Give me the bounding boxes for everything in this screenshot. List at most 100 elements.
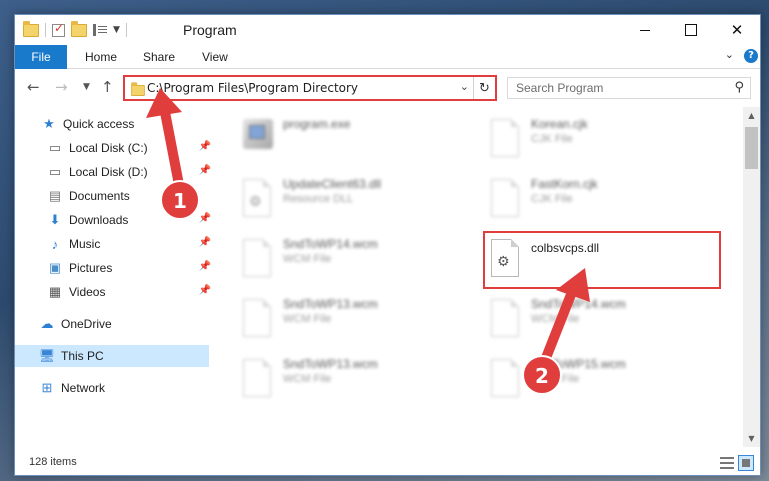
sidebar-item-network[interactable]: ⊞ Network [39,377,211,399]
document-icon [491,299,519,337]
pin-icon[interactable]: 📌 [199,141,211,152]
document-icon [491,119,519,157]
pin-icon[interactable]: 📌 [199,165,211,176]
search-icon[interactable]: ⚲ [734,80,744,95]
divider [45,23,46,37]
document-icon [243,359,271,397]
file-name: program.exe [283,117,351,131]
customize-qat-icon[interactable]: ▼ [113,25,120,35]
file-name: UpdateClient63.dll [283,177,382,191]
sidebar-item-pictures[interactable]: ▣ Pictures 📌 [47,257,211,279]
file-name: SndToWP13.wcm [283,297,378,311]
sidebar-item-label: Documents [69,189,130,203]
divider [125,23,127,37]
sidebar-item-label: Quick access [63,117,135,131]
chevron-down-icon[interactable]: ⌄ [460,80,469,93]
tab-share[interactable]: Share [143,45,175,69]
sidebar-item-label: Network [61,381,106,395]
gear-document-icon: ⚙ [243,179,271,217]
sidebar-item-label: Pictures [69,261,113,275]
quick-access-toolbar: ▼ [23,20,127,39]
pin-icon[interactable]: 📌 [199,285,211,296]
navigation-pane: ★ Quick access ▭ Local Disk (C:) 📌 ▭ Loc… [15,107,215,447]
music-icon: ♪ [51,236,59,252]
file-item[interactable]: SndToWP13.wcm WCM File [225,291,455,341]
pin-icon[interactable]: 📌 [199,213,211,224]
new-folder-icon[interactable] [71,20,87,37]
minimize-button[interactable] [622,15,668,45]
sidebar-item-local-disk-d[interactable]: ▭ Local Disk (D:) 📌 [47,161,211,183]
scroll-down-icon[interactable]: ▼ [743,430,760,447]
drive-icon: ▭ [48,140,62,155]
sidebar-item-quick-access[interactable]: ★ Quick access [41,113,211,135]
tab-file[interactable]: File [15,45,67,69]
document-icon [491,179,519,217]
file-type: CJK File [531,133,573,145]
exe-icon [243,119,273,157]
item-count: 128 items [29,456,77,468]
sidebar-item-label: Local Disk (C:) [69,141,148,155]
file-type: WCM File [283,313,332,325]
pin-icon[interactable]: 📌 [199,261,211,272]
ribbon-tabs: File Home Share View ⌄ ? [15,45,760,69]
search-input[interactable]: Search Program [516,81,603,95]
file-explorer-window: ▼ Program ✕ File Home Share View ⌄ ? ← →… [14,14,761,476]
document-icon [491,359,519,397]
expand-ribbon-icon[interactable]: ⌄ [725,48,734,61]
sidebar-item-videos[interactable]: ▦ Videos 📌 [47,281,211,303]
title-bar: ▼ Program ✕ [15,15,760,45]
file-name: Korean.cjk [531,117,588,131]
file-item[interactable]: program.exe [225,111,455,161]
up-arrow-icon[interactable]: ↑ [101,78,114,96]
document-icon [243,239,271,277]
file-type: WCM File [283,373,332,385]
file-item[interactable]: FastKorn.cjk CJK File [473,171,703,221]
refresh-icon[interactable]: ↻ [473,77,495,99]
file-type: WCM File [531,373,580,385]
tab-home[interactable]: Home [85,45,117,69]
vertical-scrollbar[interactable]: ▲ ▼ [743,107,760,447]
properties-icon[interactable] [93,24,107,36]
sidebar-item-label: OneDrive [61,317,112,331]
file-highlight-box [483,231,721,289]
file-name: SndToWP14.wcm [531,297,626,311]
sidebar-item-documents[interactable]: ▤ Documents [47,185,211,207]
maximize-button[interactable] [668,15,714,45]
pin-icon[interactable]: 📌 [199,237,211,248]
file-item[interactable]: SndToWP14.wcm WCM File [225,231,455,281]
sidebar-item-downloads[interactable]: ⬇ Downloads 📌 [47,209,211,231]
recent-locations-icon[interactable]: ▼ [83,82,90,92]
scrollbar-thumb[interactable] [745,127,758,169]
file-item[interactable]: SndToWP14.wcm WCM File [473,291,703,341]
window-title: Program [183,22,237,38]
file-item[interactable]: Korean.cjk CJK File [473,111,703,161]
sidebar-item-local-disk-c[interactable]: ▭ Local Disk (C:) 📌 [47,137,211,159]
back-arrow-icon[interactable]: ← [27,78,40,96]
sidebar-item-onedrive[interactable]: ☁ OneDrive [39,313,211,335]
address-path[interactable]: C:\Program Files\Program Directory [147,81,358,95]
help-icon[interactable]: ? [744,49,758,63]
computer-icon: 🖥 [38,348,56,363]
sidebar-item-this-pc[interactable]: 🖥 This PC [15,345,209,367]
video-icon: ▦ [48,284,62,299]
file-name: SndToWP14.wcm [283,237,378,251]
search-box[interactable]: Search Program ⚲ [507,77,751,99]
network-icon: ⊞ [41,380,53,395]
documents-icon: ▤ [48,188,62,203]
file-item[interactable]: ⚙ UpdateClient63.dll Resource DLL [225,171,455,221]
details-view-icon[interactable] [720,457,734,469]
sidebar-item-music[interactable]: ♪ Music 📌 [47,233,211,255]
file-item[interactable]: SndToWP13.wcm WCM File [225,351,455,401]
tab-view[interactable]: View [202,45,228,69]
file-item[interactable]: SndToWP15.wcm WCM File [473,351,703,401]
sidebar-item-label: Music [69,237,101,251]
address-bar[interactable]: C:\Program Files\Program Directory ⌄ ↻ [123,75,497,101]
cloud-icon: ☁ [40,316,54,331]
file-type: WCM File [283,253,332,265]
close-button[interactable]: ✕ [714,15,760,45]
scroll-up-icon[interactable]: ▲ [743,107,760,124]
forward-arrow-icon[interactable]: → [55,78,68,96]
folder-icon [23,20,39,37]
properties-check-icon[interactable] [52,21,65,37]
large-icons-view-icon[interactable] [738,455,754,471]
